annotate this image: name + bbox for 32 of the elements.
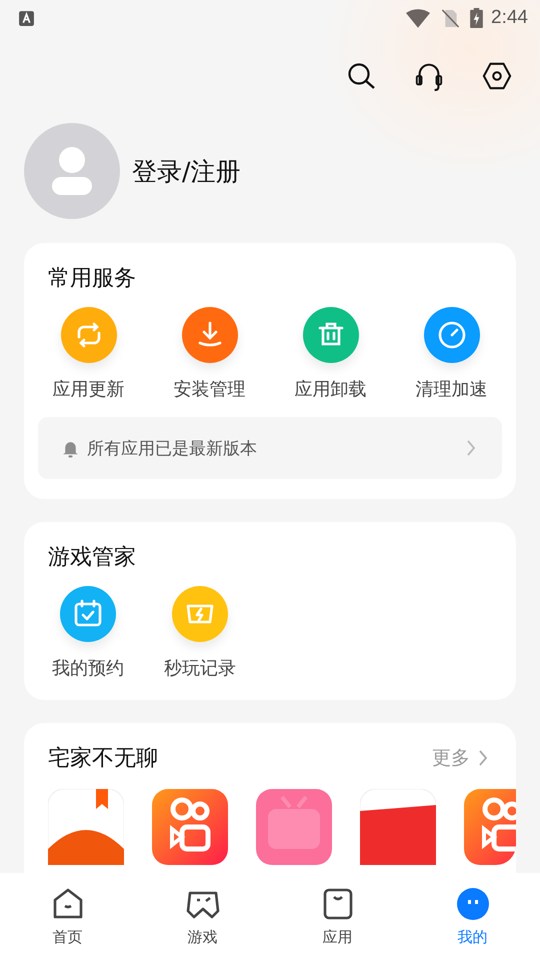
chevron-right-icon [478, 749, 488, 767]
headset-icon[interactable] [414, 61, 444, 91]
section-title: 游戏管家 [48, 544, 136, 572]
update-notice[interactable]: 所有应用已是最新版本 [38, 417, 502, 479]
app-icon[interactable] [152, 789, 228, 865]
app-icon[interactable] [48, 789, 124, 865]
game-tool-item[interactable]: 我的预约 [32, 584, 144, 680]
service-item[interactable]: 安装管理 [149, 305, 270, 401]
notification-icon [18, 10, 35, 26]
notice-text: 所有应用已是最新版本 [87, 438, 258, 460]
service-item[interactable]: 应用更新 [28, 305, 149, 401]
section-title: 宅家不无聊 [48, 745, 158, 773]
nav-tab[interactable]: 游戏 [135, 873, 270, 960]
login-link[interactable]: 登录/注册 [132, 154, 240, 188]
bag-icon [320, 887, 354, 921]
app-icon[interactable] [360, 789, 436, 865]
status-time: 2:44 [491, 7, 528, 29]
face-icon [456, 887, 490, 921]
battery-icon [470, 8, 484, 28]
chevron-right-icon [466, 439, 476, 457]
app-icon[interactable] [256, 789, 332, 865]
service-item[interactable]: 应用卸载 [270, 305, 391, 401]
home-icon [50, 887, 84, 921]
nav-tab[interactable]: 首页 [0, 873, 135, 960]
service-item[interactable]: 清理加速 [391, 305, 512, 401]
nav-tab[interactable]: 应用 [270, 873, 405, 960]
settings-icon[interactable] [482, 61, 512, 91]
game-tool-item[interactable]: 秒玩记录 [144, 584, 256, 680]
nav-tab[interactable]: 我的 [405, 873, 540, 960]
section-title: 常用服务 [48, 265, 136, 293]
search-icon[interactable] [346, 61, 376, 91]
wifi-icon [406, 8, 430, 28]
